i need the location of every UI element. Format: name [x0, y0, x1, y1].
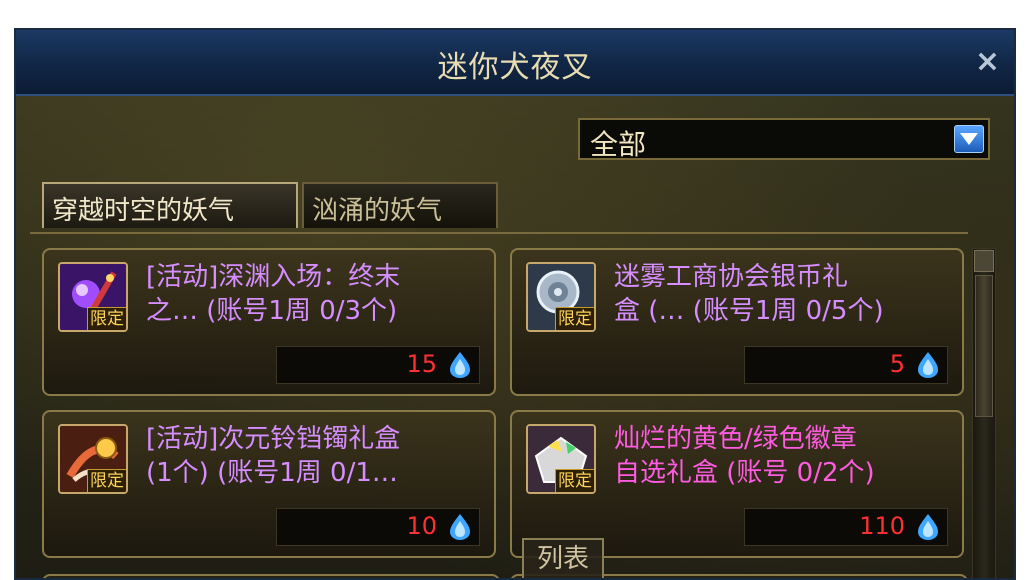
shop-window: 迷你犬夜叉 × 全部 穿越时空的妖气 汹涌的妖气 限定 [活动]深渊入场：终末 …: [14, 28, 1016, 580]
limited-badge: 限定: [87, 469, 126, 492]
scrollbar[interactable]: [972, 248, 996, 578]
price-box: 110: [744, 508, 948, 546]
emblem-box-icon: 限定: [526, 424, 596, 494]
limited-badge: 限定: [555, 469, 594, 492]
item-name: 迷雾工商协会银币礼 盒 (… (账号1周 0/5个): [614, 262, 884, 326]
shop-item-card[interactable]: 限定 [活动]深渊入场：终末 之… (账号1周 0/3个) 15: [42, 248, 496, 396]
scroll-up-icon[interactable]: [974, 250, 994, 272]
silver-coin-box-icon: 限定: [526, 262, 596, 332]
blue-flame-currency-icon: [918, 352, 938, 378]
blue-flame-currency-icon: [918, 514, 938, 540]
shop-item-card[interactable]: 限定 [活动]次元铃铛镯礼盒 (1个) (账号1周 0/1… 10: [42, 410, 496, 558]
limited-badge: 限定: [555, 307, 594, 330]
shop-item-card-partial[interactable]: [42, 574, 500, 578]
title-bar[interactable]: 迷你犬夜叉 ×: [16, 30, 1014, 96]
chevron-down-icon[interactable]: [954, 125, 984, 153]
window-title: 迷你犬夜叉: [437, 50, 593, 85]
item-name: [活动]深渊入场：终末 之… (账号1周 0/3个): [146, 262, 401, 326]
close-icon[interactable]: ×: [975, 44, 1000, 79]
dropdown-selected-value: 全部: [590, 128, 647, 161]
bell-bracelet-icon: 限定: [58, 424, 128, 494]
item-price: 10: [406, 512, 437, 540]
item-list: 限定 [活动]深渊入场：终末 之… (账号1周 0/3个) 15 限定 迷雾工商…: [30, 232, 968, 578]
category-filter-dropdown[interactable]: 全部: [578, 118, 990, 161]
item-price: 5: [889, 350, 905, 378]
item-name: 灿烂的黄色/绿色徽章 自选礼盒 (账号 0/2个): [614, 424, 875, 488]
item-name: [活动]次元铃铛镯礼盒 (1个) (账号1周 0/1…: [146, 424, 401, 488]
scroll-thumb[interactable]: [975, 275, 993, 417]
limited-badge: 限定: [87, 307, 126, 330]
purple-gem-staff-icon: 限定: [58, 262, 128, 332]
item-price: 110: [859, 512, 905, 540]
price-box: 5: [744, 346, 948, 384]
shop-item-card[interactable]: 限定 迷雾工商协会银币礼 盒 (… (账号1周 0/5个) 5: [510, 248, 964, 396]
price-box: 10: [276, 508, 480, 546]
list-view-button[interactable]: 列表: [522, 538, 604, 578]
shop-item-card[interactable]: 限定 灿烂的黄色/绿色徽章 自选礼盒 (账号 0/2个) 110: [510, 410, 964, 558]
price-box: 15: [276, 346, 480, 384]
blue-flame-currency-icon: [450, 352, 470, 378]
item-price: 15: [406, 350, 437, 378]
blue-flame-currency-icon: [450, 514, 470, 540]
tab-time-travel-aura[interactable]: 穿越时空的妖气: [42, 182, 298, 228]
tab-surging-aura[interactable]: 汹涌的妖气: [302, 182, 498, 228]
